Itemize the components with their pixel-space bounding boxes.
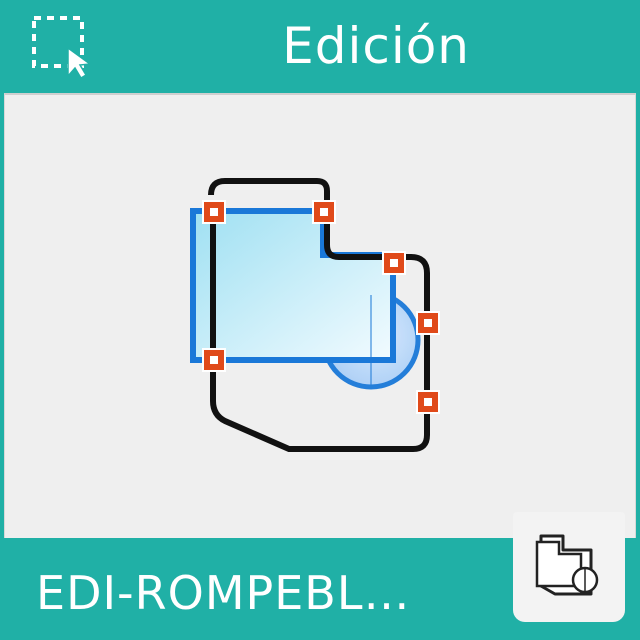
card-title: Edición (282, 17, 470, 75)
selection-cursor-icon (32, 16, 93, 80)
edit-break-shape-icon (190, 178, 440, 452)
preview-panel (4, 93, 636, 538)
command-name: EDI-ROMPEBL… (36, 566, 411, 620)
shape-thumbnail (513, 512, 625, 622)
tool-card[interactable]: Edición EDI-ROMPEBL… (0, 0, 640, 640)
card-header: Edición (0, 0, 640, 93)
shape-thumbnail-icon (535, 534, 599, 596)
title-container: Edición (180, 8, 640, 84)
